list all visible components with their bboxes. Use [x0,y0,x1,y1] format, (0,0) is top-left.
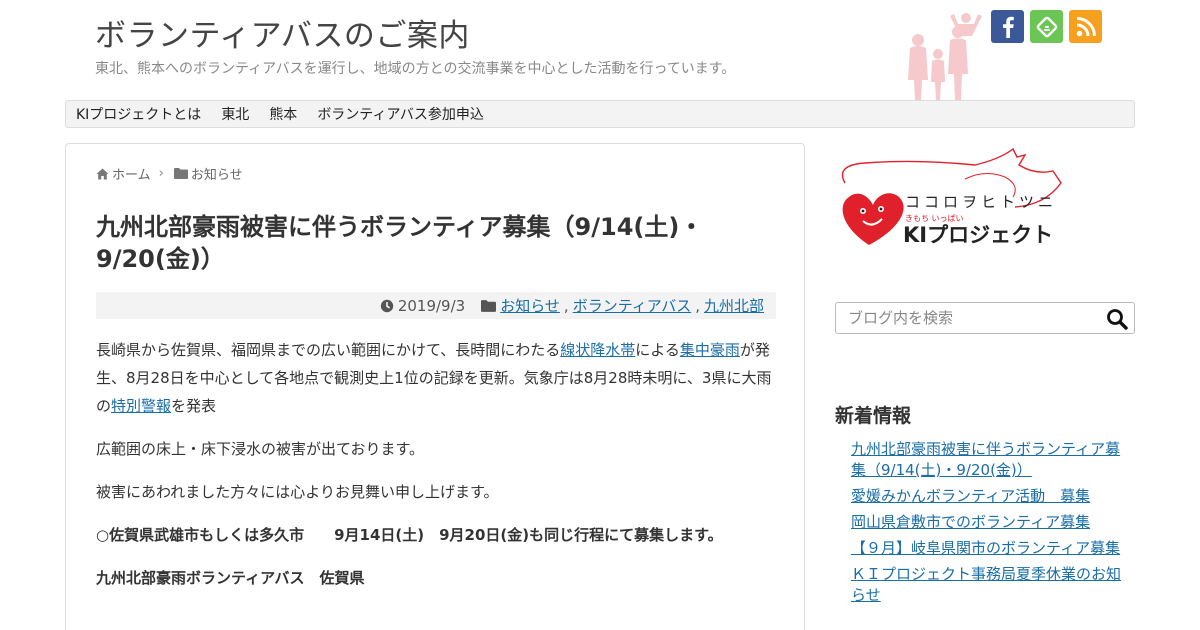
article-body: 長崎県から佐賀県、福岡県までの広い範囲にかけて、長時間にわたる線状降水帯による集… [96,336,776,607]
nav-item-kumamoto[interactable]: 熊本 [269,104,297,124]
breadcrumb-category-label: お知らせ [190,168,243,183]
recent-post-link[interactable]: 九州北部豪雨被害に伴うボランティア募集（9/14(土)・9/20(金)） [851,440,1120,479]
text-span: による [635,341,680,359]
breadcrumb: ホーム › お知らせ [96,164,243,183]
list-item: 九州北部豪雨被害に伴うボランティア募集（9/14(土)・9/20(金)） [851,439,1135,481]
logo-kana: ココロヲヒトツニ [905,193,1057,211]
folder-icon [481,299,497,312]
ki-project-logo[interactable]: ココロヲヒトツニ きもち いっぱい KIプロジェクト [835,145,1067,251]
family-illustration [908,13,982,100]
nav-item-apply[interactable]: ボランティアバス参加申込 [317,104,484,124]
breadcrumb-home[interactable]: ホーム [96,164,151,183]
article-paragraph: 広範囲の床上・床下浸水の被害が出ております。 [96,440,425,458]
recent-post-link[interactable]: 【９月】岐阜県関市のボランティア募集 [851,539,1120,557]
main-content: ホーム › お知らせ 九州北部豪雨被害に伴うボランティア募集（9/14(土)・9… [65,143,805,630]
global-nav: KIプロジェクトとは 東北 熊本 ボランティアバス参加申込 [65,100,1135,128]
article-meta: 2019/9/3 お知らせ, ボランティアバス, 九州北部 [96,292,776,319]
recent-post-link[interactable]: ＫＩプロジェクト事務局夏季休業のお知らせ [851,565,1121,604]
list-item: ＫＩプロジェクト事務局夏季休業のお知らせ [851,564,1135,606]
article-paragraph: 被害にあわれました方々には心よりお見舞い申し上げます。 [96,483,499,501]
post-date: 2019/9/3 [380,297,465,315]
search-form [835,302,1135,334]
site-description: 東北、熊本へのボランティアバスを運行し、地域の方との交流事業を中心とした活動を行… [95,61,736,77]
link-heavy-rain[interactable]: 集中豪雨 [680,341,740,359]
facebook-icon[interactable] [991,10,1024,43]
link-special-warning[interactable]: 特別警報 [111,397,171,415]
post-date-text: 2019/9/3 [397,296,466,315]
recent-post-link[interactable]: 愛媛みかんボランティア活動 募集 [851,487,1090,505]
category-link-news[interactable]: お知らせ [500,295,560,316]
list-item: 岡山県倉敷市でのボランティア募集 [851,512,1135,533]
category-comma: , [695,296,700,315]
logo-name: KIプロジェクト [903,223,1053,247]
text-span: を発表 [171,397,217,415]
category-link-kyushu[interactable]: 九州北部 [704,295,764,316]
breadcrumb-home-label: ホーム [112,168,151,183]
nav-item-tohoku[interactable]: 東北 [221,104,249,124]
breadcrumb-separator: › [158,166,164,181]
rss-icon[interactable] [1069,10,1102,43]
nav-item-about[interactable]: KIプロジェクトとは [76,104,201,124]
home-icon [96,168,109,179]
article-subheading: 九州北部豪雨ボランティアバス 佐賀県 [96,569,365,587]
text-span: 長崎県から佐賀県、福岡県までの広い範囲にかけて、長時間にわたる [96,341,561,359]
list-item: 愛媛みかんボランティア活動 募集 [851,486,1135,507]
link-linear-rainband[interactable]: 線状降水帯 [560,341,635,359]
article-schedule: ○佐賀県武雄市もしくは多久市 9月14日(土) 9月20日(金)も同じ行程にて募… [96,526,723,544]
list-item: 【９月】岐阜県関市のボランティア募集 [851,538,1135,559]
recent-posts-title: 新着情報 [835,405,912,427]
search-input[interactable] [836,303,1098,333]
search-icon[interactable] [1106,308,1128,330]
article-title: 九州北部豪雨被害に伴うボランティア募集（9/14(土)・9/20(金)） [96,213,704,273]
category-link-volunteer-bus[interactable]: ボランティアバス [573,295,692,316]
category-comma: , [563,296,569,315]
article-paragraph: 長崎県から佐賀県、福岡県までの広い範囲にかけて、長時間にわたる線状降水帯による集… [96,336,776,420]
recent-posts-list: 九州北部豪雨被害に伴うボランティア募集（9/14(土)・9/20(金)） 愛媛み… [851,439,1135,611]
social-links [991,10,1102,43]
breadcrumb-category[interactable]: お知らせ [173,164,243,183]
recent-post-link[interactable]: 岡山県倉敷市でのボランティア募集 [851,513,1090,531]
post-categories: お知らせ, ボランティアバス, 九州北部 [481,295,764,316]
feedly-icon[interactable] [1030,10,1063,43]
clock-icon [380,299,394,312]
logo-subtext: きもち いっぱい [905,214,964,223]
site-header: ボランティアバスのご案内 東北、熊本へのボランティアバスを運行し、地域の方との交… [0,0,1200,100]
site-title[interactable]: ボランティアバスのご案内 [95,10,470,55]
folder-icon [173,168,188,179]
